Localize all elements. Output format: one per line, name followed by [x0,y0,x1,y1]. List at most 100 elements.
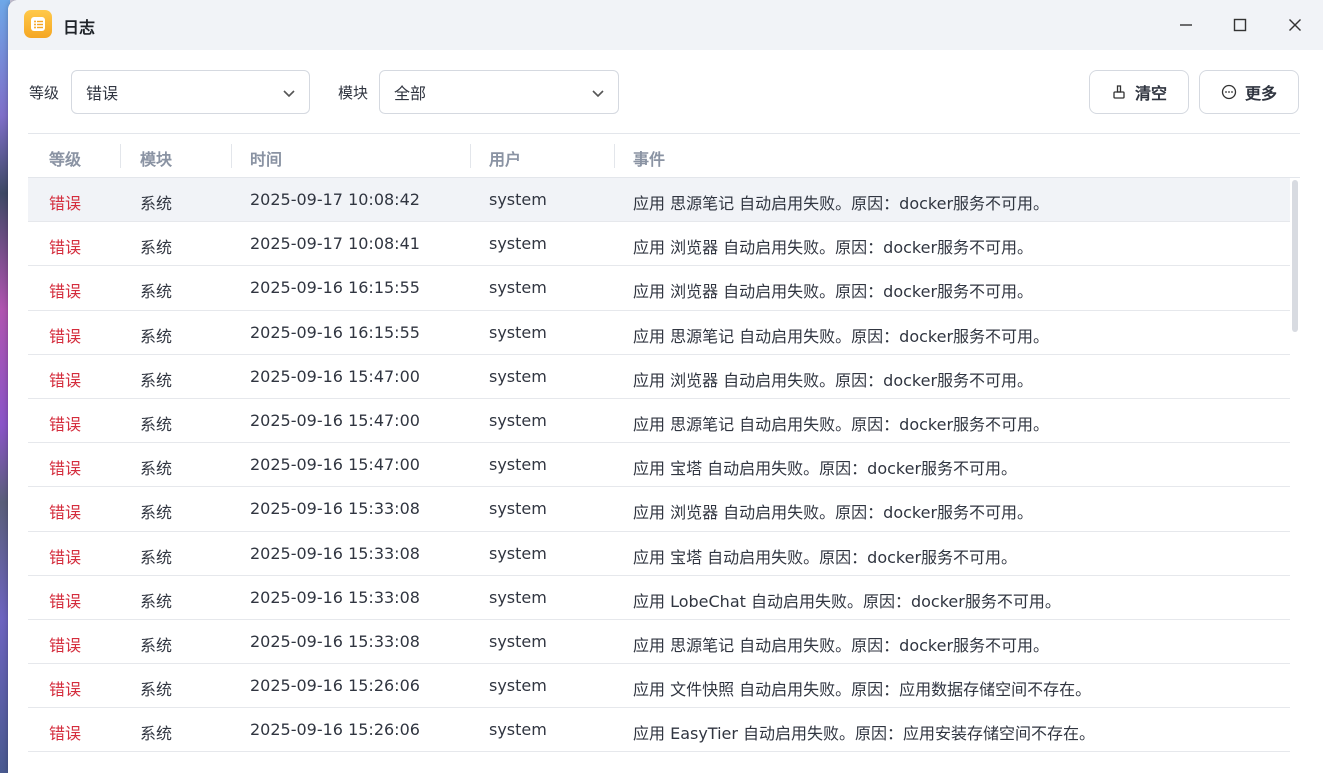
cell-time: 2025-09-16 15:33:08 [250,631,420,651]
cell-time: 2025-09-16 15:33:08 [250,587,420,607]
module-filter-label: 模块 [338,84,369,102]
table-row[interactable]: 错误 系统 2025-09-16 15:26:06 system 应用 文件快照 自动启… [28,664,1290,709]
cell-level: 错误 [49,503,82,523]
column-divider [614,144,615,168]
cell-event: 应用 宝塔 自动启用失败。原因：docker服务不可用。 [633,459,1018,479]
cell-module: 系统 [140,326,173,346]
cell-user: system [489,234,547,254]
table-row[interactable]: 错误 系统 2025-09-17 10:08:42 system 应用 思源笔记 自动启… [28,178,1290,223]
cell-module: 系统 [140,680,173,700]
table-row[interactable]: 错误 系统 2025-09-16 15:33:08 system 应用 思源笔记 自动启… [28,620,1290,665]
cell-user: system [489,676,547,696]
cell-time: 2025-09-16 16:15:55 [250,278,420,298]
title-bar: 日志 [8,0,1323,50]
column-header-user[interactable]: 用户 [489,146,521,170]
cell-event: 应用 浏览器 自动启用失败。原因：docker服务不可用。 [633,282,1034,302]
cell-user: system [489,587,547,607]
column-header-level[interactable]: 等级 [49,146,81,170]
table-row[interactable]: 错误 系统 2025-09-16 15:33:08 system 应用 宝塔 自动启用失… [28,532,1290,576]
log-table: 等级 模块 时间 用户 事件 错误 系统 2025-09-17 10:08:42 sy… [28,133,1300,773]
cell-module: 系统 [140,547,173,567]
column-divider [231,144,232,168]
cell-time: 2025-09-16 15:47:00 [250,455,420,475]
broom-icon [1113,85,1125,99]
table-row[interactable]: 错误 系统 2025-09-16 15:47:00 system 应用 浏览器 自动启用… [28,355,1290,399]
cell-module: 系统 [140,459,173,479]
cell-module: 系统 [140,591,173,611]
close-icon [1289,19,1301,31]
window-title: 日志 [63,18,96,37]
cell-module: 系统 [140,414,173,434]
cell-event: 应用 LobeChat 自动启用失败。原因：docker服务不可用。 [633,591,1061,611]
cell-event: 应用 浏览器 自动启用失败。原因：docker服务不可用。 [633,238,1034,258]
table-row[interactable]: 错误 系统 2025-09-16 15:47:00 system 应用 思源笔记 自动启… [28,399,1290,444]
cell-level: 错误 [49,414,82,434]
cell-module: 系统 [140,238,173,258]
cell-time: 2025-09-17 10:08:41 [250,234,420,254]
cell-event: 应用 思源笔记 自动启用失败。原因：docker服务不可用。 [633,635,1050,655]
level-filter-label: 等级 [29,84,60,102]
more-button-label: 更多 [1244,84,1277,103]
cell-event: 应用 浏览器 自动启用失败。原因：docker服务不可用。 [633,370,1034,390]
close-button[interactable] [1273,10,1317,40]
column-header-module[interactable]: 模块 [140,146,172,170]
more-button[interactable]: 更多 [1199,70,1299,114]
cell-level: 错误 [49,238,82,258]
column-header-event[interactable]: 事件 [633,146,665,170]
cell-event: 应用 思源笔记 自动启用失败。原因：docker服务不可用。 [633,326,1050,346]
cell-user: system [489,631,547,651]
table-row[interactable]: 错误 系统 2025-09-16 15:47:00 system 应用 宝塔 自动启用失… [28,443,1290,488]
cell-level: 错误 [49,680,82,700]
cell-user: system [489,410,547,430]
table-body: 错误 系统 2025-09-17 10:08:42 system 应用 思源笔记 自动启… [28,178,1300,753]
cell-level: 错误 [49,591,82,611]
cell-time: 2025-09-16 16:15:55 [250,322,420,342]
cell-user: system [489,543,547,563]
clear-button[interactable]: 清空 [1089,70,1189,114]
cell-time: 2025-09-16 15:26:06 [250,676,420,696]
column-divider [120,144,121,168]
cell-module: 系统 [140,724,173,744]
log-window: 日志 等级 错误 模块 全部 清空 更多 等级 模块 时间 用户 事件 错误 系… [8,0,1323,773]
cell-event: 应用 宝塔 自动启用失败。原因：docker服务不可用。 [633,547,1018,567]
cell-event: 应用 EasyTier 自动启用失败。原因：应用安装存储空间不存在。 [633,724,1096,744]
cell-level: 错误 [49,724,82,744]
table-row[interactable]: 错误 系统 2025-09-17 10:08:41 system 应用 浏览器 自动启用… [28,222,1290,267]
module-select[interactable]: 全部 [379,70,619,114]
minimize-button[interactable] [1164,10,1208,40]
maximize-icon [1233,18,1247,32]
table-row[interactable]: 错误 系统 2025-09-16 16:15:55 system 应用 浏览器 自动启用… [28,266,1290,311]
table-row[interactable]: 错误 系统 2025-09-16 16:15:55 system 应用 思源笔记 自动启… [28,311,1290,355]
cell-user: system [489,322,547,342]
cell-module: 系统 [140,370,173,390]
column-header-time[interactable]: 时间 [250,146,282,170]
cell-level: 错误 [49,282,82,302]
list-icon [24,10,52,38]
cell-time: 2025-09-16 15:33:08 [250,543,420,563]
chevron-down-icon [283,90,295,98]
cell-level: 错误 [49,370,82,390]
table-row[interactable]: 错误 系统 2025-09-16 15:26:06 system 应用 EasyTier… [28,708,1290,753]
cell-event: 应用 思源笔记 自动启用失败。原因：docker服务不可用。 [633,414,1050,434]
table-row[interactable]: 错误 系统 2025-09-16 15:33:08 system 应用 浏览器 自动启用… [28,487,1290,532]
table-row[interactable]: 错误 系统 2025-09-16 15:33:08 system 应用 LobeChat… [28,576,1290,620]
cell-time: 2025-09-16 15:26:06 [250,720,420,740]
cell-module: 系统 [140,194,173,213]
maximize-button[interactable] [1218,10,1262,40]
cell-event: 应用 思源笔记 自动启用失败。原因：docker服务不可用。 [633,194,1050,213]
cell-time: 2025-09-16 15:33:08 [250,499,420,519]
cell-user: system [489,278,547,298]
cell-event: 应用 浏览器 自动启用失败。原因：docker服务不可用。 [633,503,1034,523]
column-divider [470,144,471,168]
cell-event: 应用 文件快照 自动启用失败。原因：应用数据存储空间不存在。 [633,680,1092,700]
minimize-icon [1180,24,1192,26]
cell-module: 系统 [140,503,173,523]
more-icon [1221,84,1237,100]
cell-level: 错误 [49,547,82,567]
level-select[interactable]: 错误 [71,70,310,114]
cell-user: system [489,720,547,740]
cell-time: 2025-09-16 15:47:00 [250,366,420,386]
cell-level: 错误 [49,194,82,213]
vertical-scrollbar[interactable] [1292,180,1298,332]
cell-user: system [489,499,547,519]
